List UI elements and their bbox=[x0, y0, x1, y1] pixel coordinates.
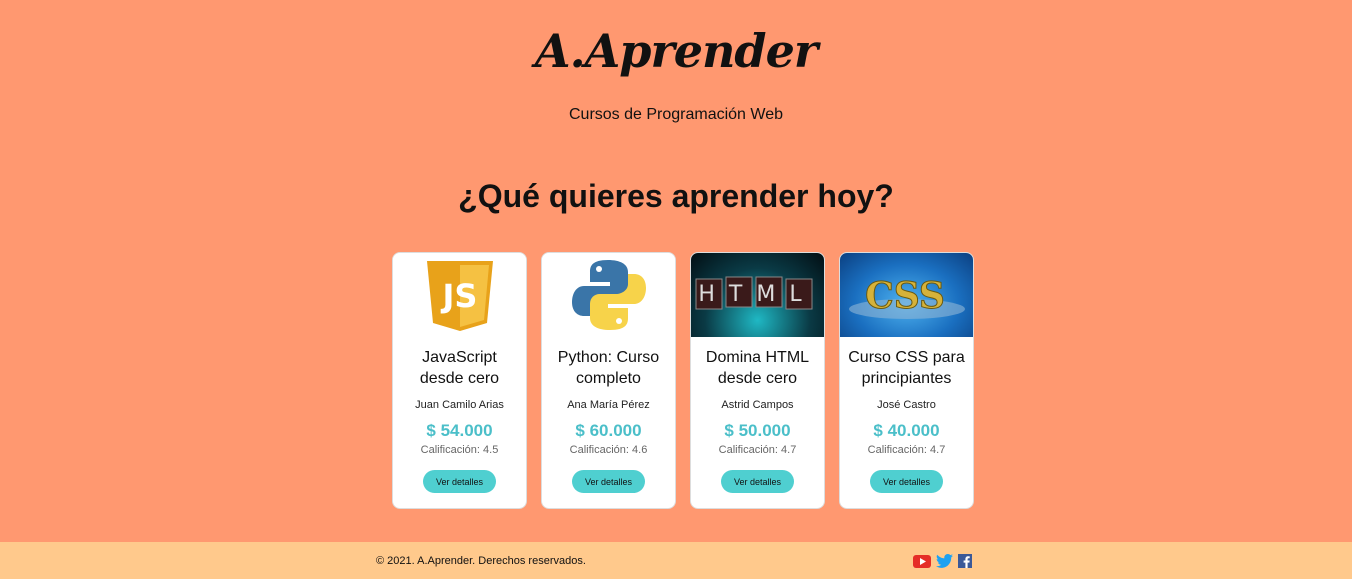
course-rating: Calificación: 4.6 bbox=[569, 444, 648, 456]
course-author: Ana María Pérez bbox=[567, 399, 650, 411]
course-price: $ 60.000 bbox=[575, 421, 642, 440]
course-author: Juan Camilo Arias bbox=[415, 399, 504, 411]
view-details-button[interactable]: Ver detalles bbox=[870, 470, 943, 493]
course-author: José Castro bbox=[877, 399, 936, 411]
view-details-button[interactable]: Ver detalles bbox=[572, 470, 645, 493]
python-logo bbox=[542, 253, 675, 337]
course-card-css: CSS Curso CSS para principiantes José Ca… bbox=[839, 252, 974, 509]
view-details-button[interactable]: Ver detalles bbox=[423, 470, 496, 493]
copyright-text: © 2021. A.Aprender. Derechos reservados. bbox=[376, 555, 586, 567]
site-logo: A.Aprender bbox=[534, 24, 818, 78]
svg-text:HTML: HTML bbox=[698, 282, 815, 307]
course-rating: Calificación: 4.5 bbox=[420, 444, 499, 456]
course-card-javascript: JS JavaScript desde cero Juan Camilo Ari… bbox=[392, 252, 527, 509]
page-headline: ¿Qué quieres aprender hoy? bbox=[458, 178, 894, 214]
facebook-icon[interactable] bbox=[958, 554, 972, 573]
course-title: Python: Curso completo bbox=[557, 349, 660, 387]
course-card-python: Python: Curso completo Ana María Pérez $… bbox=[541, 252, 676, 509]
course-title: JavaScript desde cero bbox=[419, 349, 500, 387]
course-rating: Calificación: 4.7 bbox=[718, 444, 797, 456]
html-image: HTML bbox=[691, 253, 824, 337]
course-price: $ 40.000 bbox=[873, 421, 940, 440]
youtube-icon[interactable] bbox=[913, 554, 931, 573]
course-title: Curso CSS para principiantes bbox=[848, 349, 965, 387]
social-links bbox=[913, 554, 972, 573]
site-tagline: Cursos de Programación Web bbox=[568, 106, 784, 123]
view-details-button[interactable]: Ver detalles bbox=[721, 470, 794, 493]
course-rating: Calificación: 4.7 bbox=[867, 444, 946, 456]
course-price: $ 50.000 bbox=[724, 421, 791, 440]
course-title: Domina HTML desde cero bbox=[705, 349, 810, 387]
svg-text:JS: JS bbox=[440, 277, 477, 315]
twitter-icon[interactable] bbox=[936, 554, 953, 573]
course-card-html: HTML Domina HTML desde cero Astrid Campo… bbox=[690, 252, 825, 509]
course-author: Astrid Campos bbox=[721, 399, 794, 411]
css-image: CSS bbox=[840, 253, 973, 337]
course-list: JS JavaScript desde cero Juan Camilo Ari… bbox=[392, 252, 974, 509]
svg-text:CSS: CSS bbox=[865, 275, 945, 317]
javascript-logo: JS bbox=[393, 253, 526, 337]
course-price: $ 54.000 bbox=[426, 421, 493, 440]
site-footer: © 2021. A.Aprender. Derechos reservados. bbox=[0, 542, 1352, 579]
